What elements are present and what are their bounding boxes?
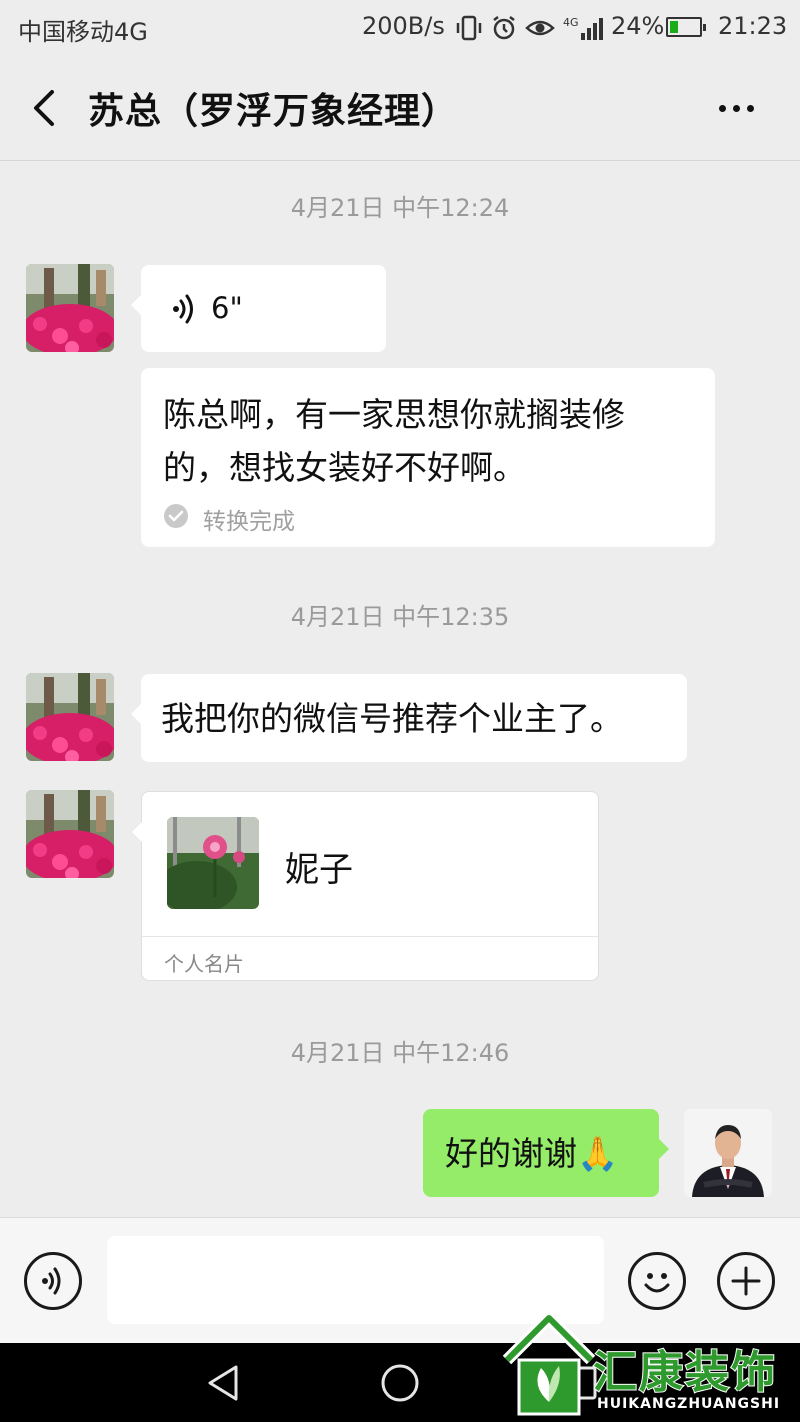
chat-title: 苏总（罗浮万象经理） [88,91,459,132]
check-circle-icon [164,504,188,528]
contact-avatar[interactable] [26,673,114,761]
flower-photo-icon [26,264,114,352]
nav-back-icon[interactable] [204,1363,244,1403]
card-contact-name: 妮子 [285,850,353,890]
vibrate-icon [456,15,482,41]
voice-transcript-bubble[interactable]: 陈总啊，有一家思想你就搁装修 的，想找女装好不好啊。 转换完成 [141,368,715,547]
timestamp: 4月21日 中午12:24 [290,194,510,222]
nav-home-icon[interactable] [380,1363,420,1403]
message-text: 我把你的微信号推荐个业主了。 [161,699,623,738]
voice-wave-icon [173,294,193,324]
timestamp: 4月21日 中午12:35 [290,603,510,631]
house-leaf-logo-icon [502,1312,596,1416]
smiley-icon [644,1273,670,1293]
battery-icon [666,17,706,37]
svg-text:4G: 4G [563,16,579,29]
card-avatar [167,817,259,909]
battery-fill [670,21,678,33]
transcript-line: 的，想找女装好不好啊。 [163,448,526,487]
more-dot [718,104,726,112]
voice-input-button[interactable] [24,1252,82,1310]
card-divider [142,936,598,937]
more-functions-button[interactable] [717,1252,775,1310]
transcript-line: 陈总啊，有一家思想你就搁装修 [163,395,625,434]
battery-percent: 24% [611,12,665,40]
brand-watermark: 汇康装饰 HUIKANGZHUANGSHI [497,1308,797,1418]
status-icons: 4G [455,14,607,42]
chat-header: 苏总（罗浮万象经理） [0,56,800,161]
plus-icon [731,1266,761,1296]
flower-photo-icon [26,673,114,761]
carrier-label: 中国移动4G [18,18,148,46]
transcript-status: 转换完成 [203,509,295,535]
eye-icon [525,20,555,36]
voice-message-bubble[interactable]: 6" [131,265,386,352]
person-photo-icon [684,1109,772,1197]
card-type-label: 个人名片 [164,952,244,976]
back-button[interactable] [24,82,72,134]
status-bar: 中国移动4G 200B/s 4G 24% 21:23 [0,0,800,56]
brand-pinyin: HUIKANGZHUANGSHI [597,1396,781,1412]
timestamp: 4月21日 中午12:46 [290,1039,510,1067]
chevron-left-icon [34,90,54,126]
more-dot [732,104,740,112]
more-dot [746,104,754,112]
clock: 21:23 [718,12,788,40]
message-text: 好的谢谢🙏 [445,1134,619,1173]
contact-card[interactable]: 妮子 个人名片 [132,791,599,981]
flower-photo-icon [26,790,114,878]
brand-name: 汇康装饰 [592,1346,777,1399]
text-message-bubble[interactable]: 我把你的微信号推荐个业主了。 [131,674,687,762]
net-speed: 200B/s [362,12,445,40]
signal-icon: 4G [563,16,603,40]
contact-avatar[interactable] [26,264,114,352]
sent-message-bubble[interactable]: 好的谢谢🙏 [423,1109,669,1197]
voice-icon [42,1267,61,1295]
dahlia-photo-icon [167,817,259,909]
contact-avatar[interactable] [26,790,114,878]
voice-duration: 6" [211,291,243,325]
emoji-button[interactable] [628,1252,686,1310]
my-avatar[interactable] [684,1109,772,1197]
alarm-icon [493,16,515,40]
more-options-button[interactable] [706,86,766,130]
